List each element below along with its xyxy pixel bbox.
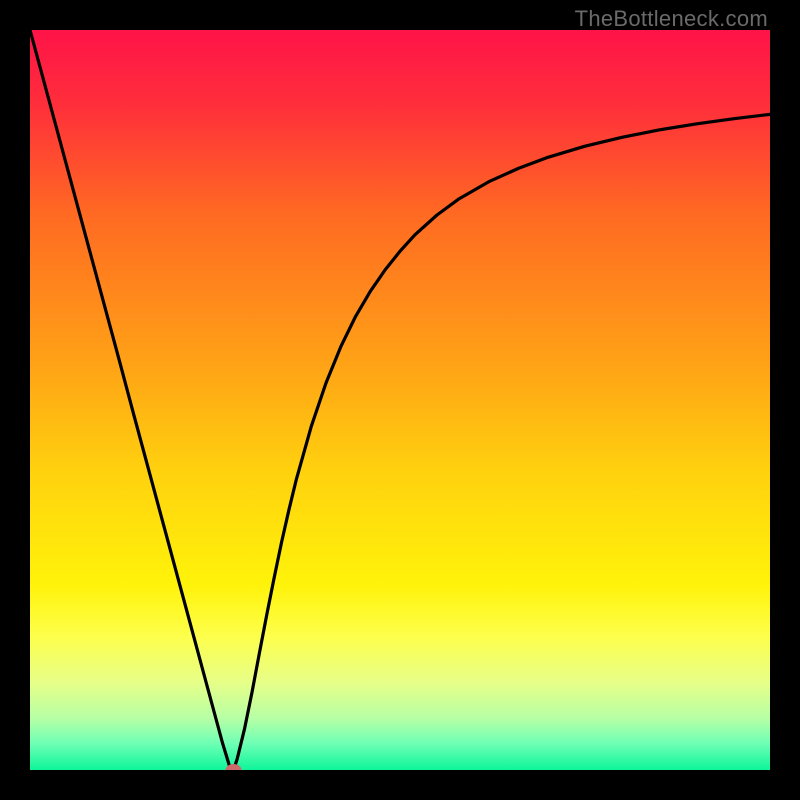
bottleneck-chart bbox=[30, 30, 770, 770]
watermark-text: TheBottleneck.com bbox=[575, 6, 768, 32]
chart-frame bbox=[30, 30, 770, 770]
gradient-background bbox=[30, 30, 770, 770]
